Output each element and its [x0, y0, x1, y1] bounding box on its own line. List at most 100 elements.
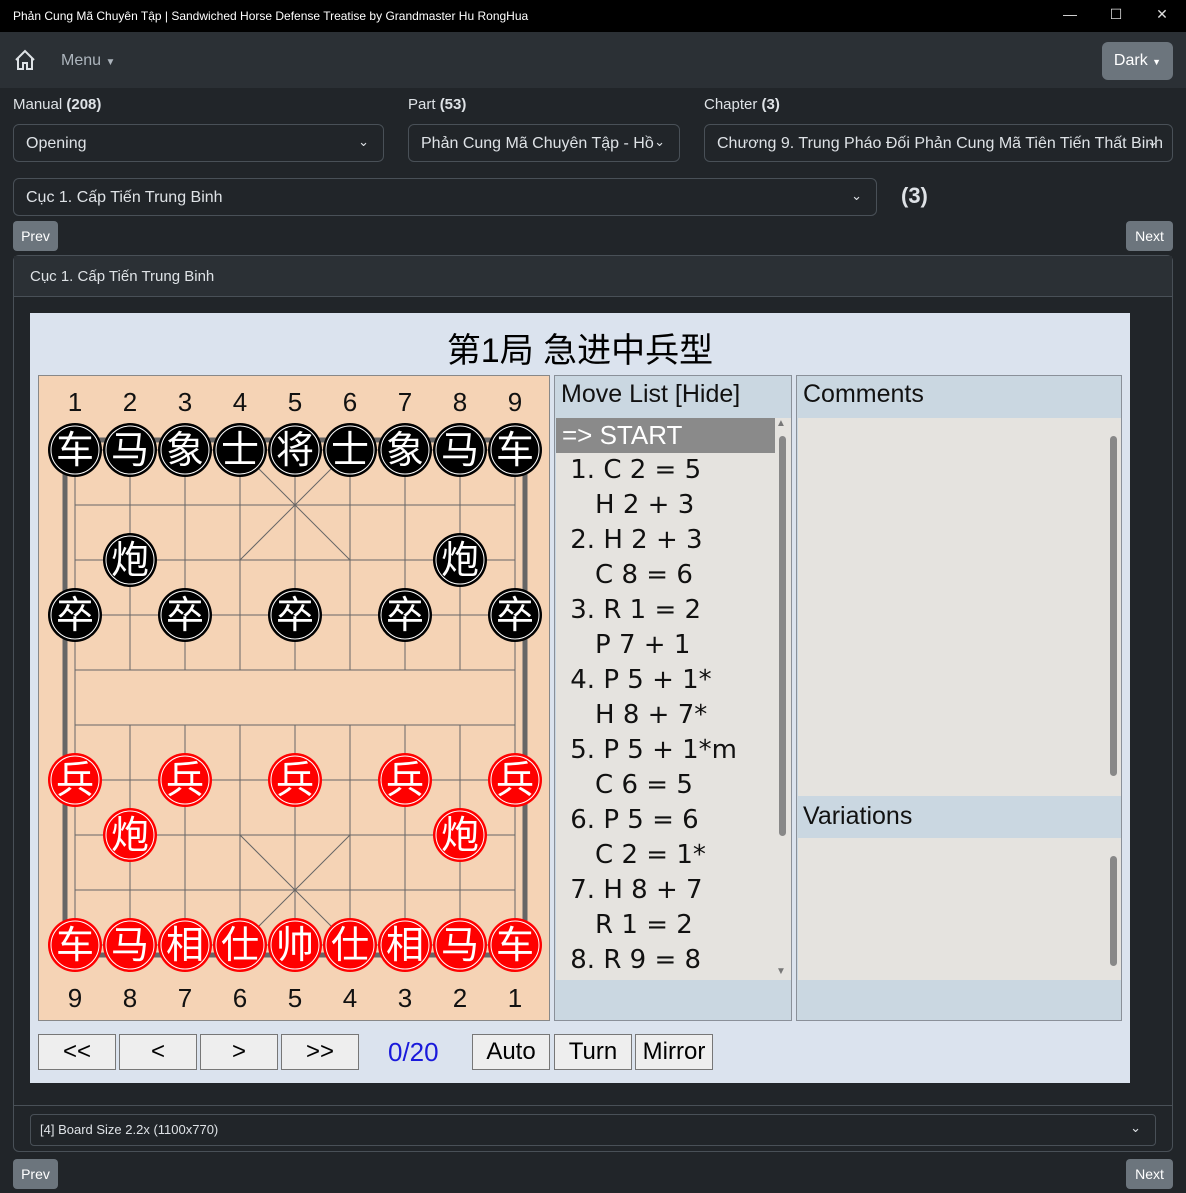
file-label-bottom: 2	[453, 983, 467, 1013]
theme-dropdown[interactable]: Dark ▼	[1102, 42, 1173, 80]
card-title: Cục 1. Cấp Tiến Trung Binh	[14, 256, 1172, 297]
variations-header: Variations	[803, 802, 913, 830]
move-item[interactable]: 3. R 1 = 2	[556, 593, 775, 628]
move-list: => START 1. C 2 = 5 H 2 + 3 2. H 2 + 3 C…	[556, 418, 791, 980]
file-label-top: 4	[233, 387, 247, 417]
minimize-button[interactable]: —	[1060, 6, 1080, 22]
prev-button-bottom[interactable]: Prev	[13, 1159, 58, 1189]
turn-button[interactable]: Turn	[554, 1034, 632, 1070]
window-title: Phản Cung Mã Chuyên Tập | Sandwiched Hor…	[13, 9, 529, 23]
file-label-bottom: 7	[178, 983, 192, 1013]
theme-label: Dark	[1113, 52, 1148, 69]
piece-label: 卒	[496, 595, 534, 637]
scroll-down-icon[interactable]: ▼	[776, 966, 786, 977]
auto-button[interactable]: Auto	[472, 1034, 550, 1070]
board-size-select[interactable]: [4] Board Size 2.2x (1100x770) ⌄	[30, 1114, 1156, 1146]
piece-label: 炮	[111, 815, 149, 857]
piece-label: 兵	[276, 760, 314, 802]
home-icon[interactable]	[14, 49, 36, 71]
file-label-top: 8	[453, 387, 467, 417]
piece-label: 马	[111, 430, 149, 472]
next-move-button[interactable]: >	[200, 1034, 278, 1070]
piece-label: 炮	[441, 540, 479, 582]
comments-header: Comments	[803, 380, 924, 408]
move-list-panel: Move List [Hide] => START 1. C 2 = 5 H 2…	[554, 375, 792, 1021]
piece-label: 车	[56, 925, 94, 967]
manual-select[interactable]: Opening ⌄	[13, 124, 384, 162]
next-button-bottom[interactable]: Next	[1126, 1159, 1173, 1189]
menu-dropdown[interactable]: Menu ▼	[61, 52, 115, 70]
piece-label: 卒	[166, 595, 204, 637]
file-label-top: 5	[288, 387, 302, 417]
file-label-top: 3	[178, 387, 192, 417]
mirror-button[interactable]: Mirror	[635, 1034, 713, 1070]
menu-label: Menu	[61, 52, 102, 69]
move-item[interactable]: 2. H 2 + 3	[556, 523, 775, 558]
piece-label: 相	[386, 925, 424, 967]
chapter-select[interactable]: Chương 9. Trung Pháo Đối Phản Cung Mã Ti…	[704, 124, 1173, 162]
file-label-bottom: 6	[233, 983, 247, 1013]
scroll-up-icon[interactable]: ▲	[776, 418, 786, 429]
move-item-selected[interactable]: => START	[556, 418, 775, 453]
file-label-top: 1	[68, 387, 82, 417]
piece-label: 卒	[276, 595, 314, 637]
move-item[interactable]: R 1 = 2	[556, 908, 775, 943]
move-item[interactable]: H 2 + 3	[556, 488, 775, 523]
piece-label: 兵	[166, 760, 204, 802]
prev-move-button[interactable]: <	[119, 1034, 197, 1070]
chevron-down-icon: ⌄	[851, 188, 862, 203]
move-list-header[interactable]: Move List [Hide]	[555, 376, 791, 418]
next-button[interactable]: Next	[1126, 221, 1173, 251]
move-item[interactable]: 8. R 9 = 8	[556, 943, 775, 978]
comments-scrollbar[interactable]	[1110, 436, 1117, 776]
chapter-label: Chapter (3)	[704, 96, 780, 113]
divider	[13, 1105, 1173, 1106]
move-item[interactable]: P 7 + 1	[556, 628, 775, 663]
file-label-top: 2	[123, 387, 137, 417]
board-widget: 第1局 急进中兵型 123456789987654321车马象士将士象马车炮炮卒…	[30, 313, 1130, 1083]
maximize-button[interactable]: ☐	[1106, 6, 1126, 23]
game-title: 第1局 急进中兵型	[446, 332, 714, 370]
move-item[interactable]: C 8 = 6	[556, 558, 775, 593]
caret-down-icon: ▼	[105, 57, 116, 68]
prev-button[interactable]: Prev	[13, 221, 58, 251]
move-item[interactable]: C 2 = 1*	[556, 838, 775, 873]
piece-label: 将	[276, 430, 314, 472]
close-button[interactable]: ✕	[1152, 6, 1172, 23]
move-item[interactable]: 4. P 5 + 1*	[556, 663, 775, 698]
piece-label: 仕	[221, 925, 259, 967]
piece-label: 士	[331, 430, 369, 472]
piece-label: 相	[166, 925, 204, 967]
caret-down-icon: ▼	[1152, 57, 1162, 67]
chevron-down-icon: ⌄	[358, 134, 369, 149]
xiangqi-board[interactable]: 1 2 3 4 5 6 7 8 99 8 7 6 5 4 3 2 1车马象士将士象马车炮 炮卒卒卒卒卒兵兵兵兵兵炮…	[38, 375, 550, 1021]
variations-scrollbar[interactable]	[1110, 856, 1117, 966]
move-item[interactable]: 1. C 2 = 5	[556, 453, 775, 488]
variations-box[interactable]	[798, 838, 1121, 980]
first-move-button[interactable]: <<	[38, 1034, 116, 1070]
comments-panel: Comments Variations	[796, 375, 1122, 1021]
game-select[interactable]: Cục 1. Cấp Tiến Trung Binh ⌄	[13, 178, 877, 216]
navbar: Menu ▼ Dark ▼	[0, 32, 1186, 88]
file-label-top: 9	[508, 387, 522, 417]
move-list-scrollbar[interactable]	[779, 436, 786, 836]
last-move-button[interactable]: >>	[281, 1034, 359, 1070]
piece-label: 卒	[386, 595, 424, 637]
file-label-bottom: 8	[123, 983, 137, 1013]
move-item[interactable]: 7. H 8 + 7	[556, 873, 775, 908]
move-item[interactable]: H 8 + 7*	[556, 698, 775, 733]
file-label-bottom: 4	[343, 983, 357, 1013]
manual-label: Manual (208)	[13, 96, 102, 113]
move-item[interactable]: C 6 = 5	[556, 768, 775, 803]
move-item[interactable]: 5. P 5 + 1*m	[556, 733, 775, 768]
piece-label: 马	[441, 430, 479, 472]
piece-label: 象	[386, 430, 424, 472]
part-select[interactable]: Phản Cung Mã Chuyên Tập - Hồ ⌄	[408, 124, 680, 162]
comments-box[interactable]	[798, 418, 1121, 796]
piece-label: 兵	[496, 760, 534, 802]
file-label-bottom: 3	[398, 983, 412, 1013]
chevron-down-icon: ⌄	[1130, 1120, 1141, 1135]
piece-label: 炮	[441, 815, 479, 857]
move-item[interactable]: 6. P 5 = 6	[556, 803, 775, 838]
piece-label: 卒	[56, 595, 94, 637]
